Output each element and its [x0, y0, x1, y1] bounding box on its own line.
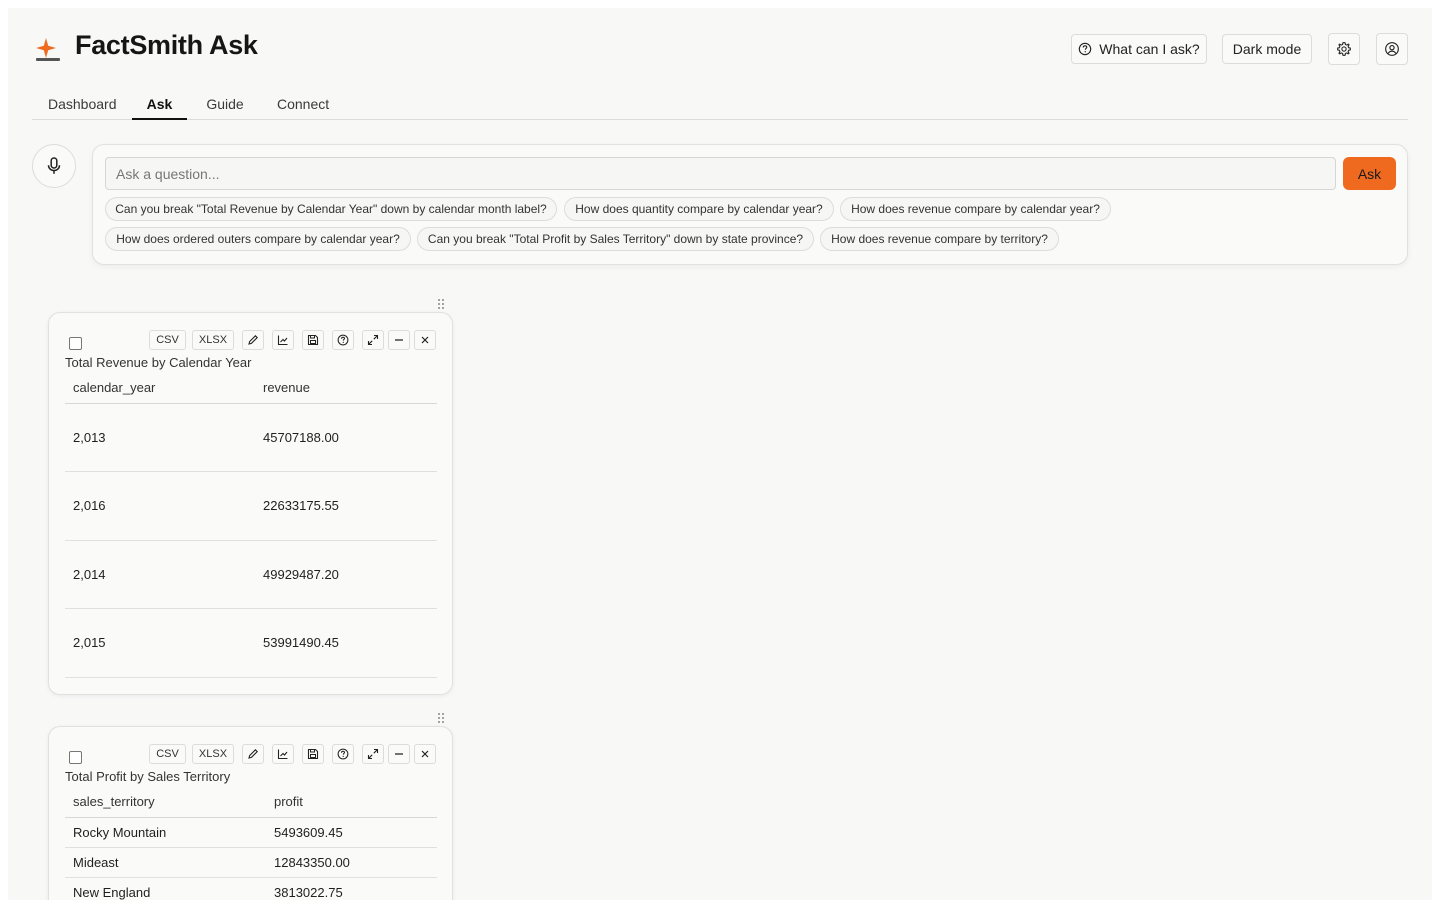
column-header: calendar_year: [65, 373, 255, 404]
table-cell: 2,013: [65, 403, 255, 472]
edit-button[interactable]: [242, 330, 264, 350]
table-row: Rocky Mountain 5493609.45: [65, 817, 437, 848]
result-card-revenue: CSV XLSX Total Revenue by Calendar Year …: [48, 312, 453, 695]
save-icon: [307, 748, 319, 760]
column-header: sales_territory: [65, 787, 266, 818]
suggestion-chip[interactable]: How does revenue compare by territory?: [820, 227, 1059, 251]
microphone-icon: [47, 157, 61, 174]
table-cell: 5493609.45: [266, 817, 437, 848]
table-cell: Mideast: [65, 847, 266, 878]
export-csv-button[interactable]: CSV: [149, 330, 186, 350]
main-tabs: Dashboard Ask Guide Connect: [32, 88, 1408, 120]
chart-button[interactable]: [272, 744, 294, 764]
table-row: 2,015 53991490.45: [65, 608, 437, 678]
close-icon: [421, 750, 429, 758]
dark-mode-button[interactable]: Dark mode: [1222, 34, 1312, 64]
table-cell: Rocky Mountain: [65, 817, 266, 848]
table-cell: 45707188.00: [255, 403, 437, 472]
card-title: Total Profit by Sales Territory: [65, 769, 231, 784]
result-table: sales_territory profit Rocky Mountain 549…: [65, 787, 437, 900]
table-cell: 53991490.45: [255, 608, 437, 678]
chart-icon: [277, 335, 288, 346]
question-input[interactable]: [105, 157, 1336, 190]
suggestion-chip[interactable]: How does revenue compare by calendar yea…: [840, 197, 1111, 221]
logo-icon: [36, 38, 60, 61]
pencil-icon: [248, 335, 258, 345]
result-table: calendar_year revenue 2,013 45707188.00 2…: [65, 373, 437, 678]
expand-button[interactable]: [362, 330, 384, 350]
table-cell: 12843350.00: [266, 847, 437, 878]
help-circle-icon: [337, 334, 349, 346]
what-can-i-ask-button[interactable]: What can I ask?: [1071, 34, 1207, 64]
table-row: 2,013 45707188.00: [65, 403, 437, 472]
ask-panel: Ask Can you break "Total Revenue by Cale…: [92, 144, 1408, 265]
close-icon: [421, 336, 429, 344]
export-xlsx-button[interactable]: XLSX: [192, 744, 234, 764]
table-cell: 3813022.75: [266, 877, 437, 900]
table-header-row: sales_territory profit: [65, 787, 437, 818]
save-icon: [307, 334, 319, 346]
tab-guide[interactable]: Guide: [206, 96, 244, 120]
save-button[interactable]: [302, 744, 324, 764]
save-button[interactable]: [302, 330, 324, 350]
tab-ask[interactable]: Ask: [132, 96, 187, 120]
table-cell: 2,014: [65, 540, 255, 609]
tab-dashboard[interactable]: Dashboard: [48, 96, 117, 120]
table-cell: 2,016: [65, 471, 255, 541]
pencil-icon: [248, 749, 258, 759]
expand-icon: [367, 334, 379, 346]
table-row: New England 3813022.75: [65, 877, 437, 900]
column-header: profit: [266, 787, 437, 818]
explain-button[interactable]: [332, 744, 354, 764]
minimize-icon: [395, 339, 403, 341]
minimize-button[interactable]: [388, 744, 410, 764]
settings-button[interactable]: [1328, 33, 1360, 65]
close-button[interactable]: [414, 744, 436, 764]
table-cell: 2,015: [65, 608, 255, 678]
suggestion-chip[interactable]: How does ordered outers compare by calen…: [105, 227, 411, 251]
suggestion-chip[interactable]: Can you break "Total Profit by Sales Ter…: [417, 227, 814, 251]
tab-connect[interactable]: Connect: [277, 96, 329, 120]
result-card-profit: CSV XLSX Total Profit by Sales Territory…: [48, 726, 453, 900]
edit-button[interactable]: [242, 744, 264, 764]
gear-icon: [1337, 42, 1351, 56]
account-button[interactable]: [1376, 33, 1408, 65]
export-csv-button[interactable]: CSV: [149, 744, 186, 764]
close-button[interactable]: [414, 330, 436, 350]
suggestion-chip[interactable]: Can you break "Total Revenue by Calendar…: [105, 197, 557, 221]
drag-handle-icon[interactable]: [437, 712, 445, 724]
explain-button[interactable]: [332, 330, 354, 350]
table-cell: 22633175.55: [255, 471, 437, 541]
table-row: Mideast 12843350.00: [65, 847, 437, 878]
help-circle-icon: [1079, 42, 1092, 56]
table-cell: 49929487.20: [255, 540, 437, 609]
app-root: FactSmith Ask What can I ask? Dark mode: [8, 8, 1432, 900]
export-xlsx-button[interactable]: XLSX: [192, 330, 234, 350]
chart-icon: [277, 749, 288, 760]
table-header-row: calendar_year revenue: [65, 373, 437, 404]
minimize-icon: [395, 753, 403, 755]
table-row: 2,014 49929487.20: [65, 540, 437, 609]
select-card-checkbox[interactable]: [69, 751, 82, 764]
header: FactSmith Ask What can I ask? Dark mode: [8, 8, 1432, 88]
expand-button[interactable]: [362, 744, 384, 764]
select-card-checkbox[interactable]: [69, 337, 82, 350]
ask-button[interactable]: Ask: [1343, 157, 1396, 190]
card-title: Total Revenue by Calendar Year: [65, 355, 252, 370]
table-row: 2,016 22633175.55: [65, 471, 437, 541]
table-cell: New England: [65, 877, 266, 900]
minimize-button[interactable]: [388, 330, 410, 350]
suggestion-chip[interactable]: How does quantity compare by calendar ye…: [564, 197, 834, 221]
chart-button[interactable]: [272, 330, 294, 350]
voice-input-button[interactable]: [32, 144, 76, 188]
what-can-i-ask-label: What can I ask?: [1099, 41, 1200, 57]
user-icon: [1385, 42, 1399, 56]
help-circle-icon: [337, 748, 349, 760]
column-header: revenue: [255, 373, 437, 404]
app-title: FactSmith Ask: [75, 30, 258, 60]
drag-handle-icon[interactable]: [437, 298, 445, 310]
expand-icon: [367, 748, 379, 760]
